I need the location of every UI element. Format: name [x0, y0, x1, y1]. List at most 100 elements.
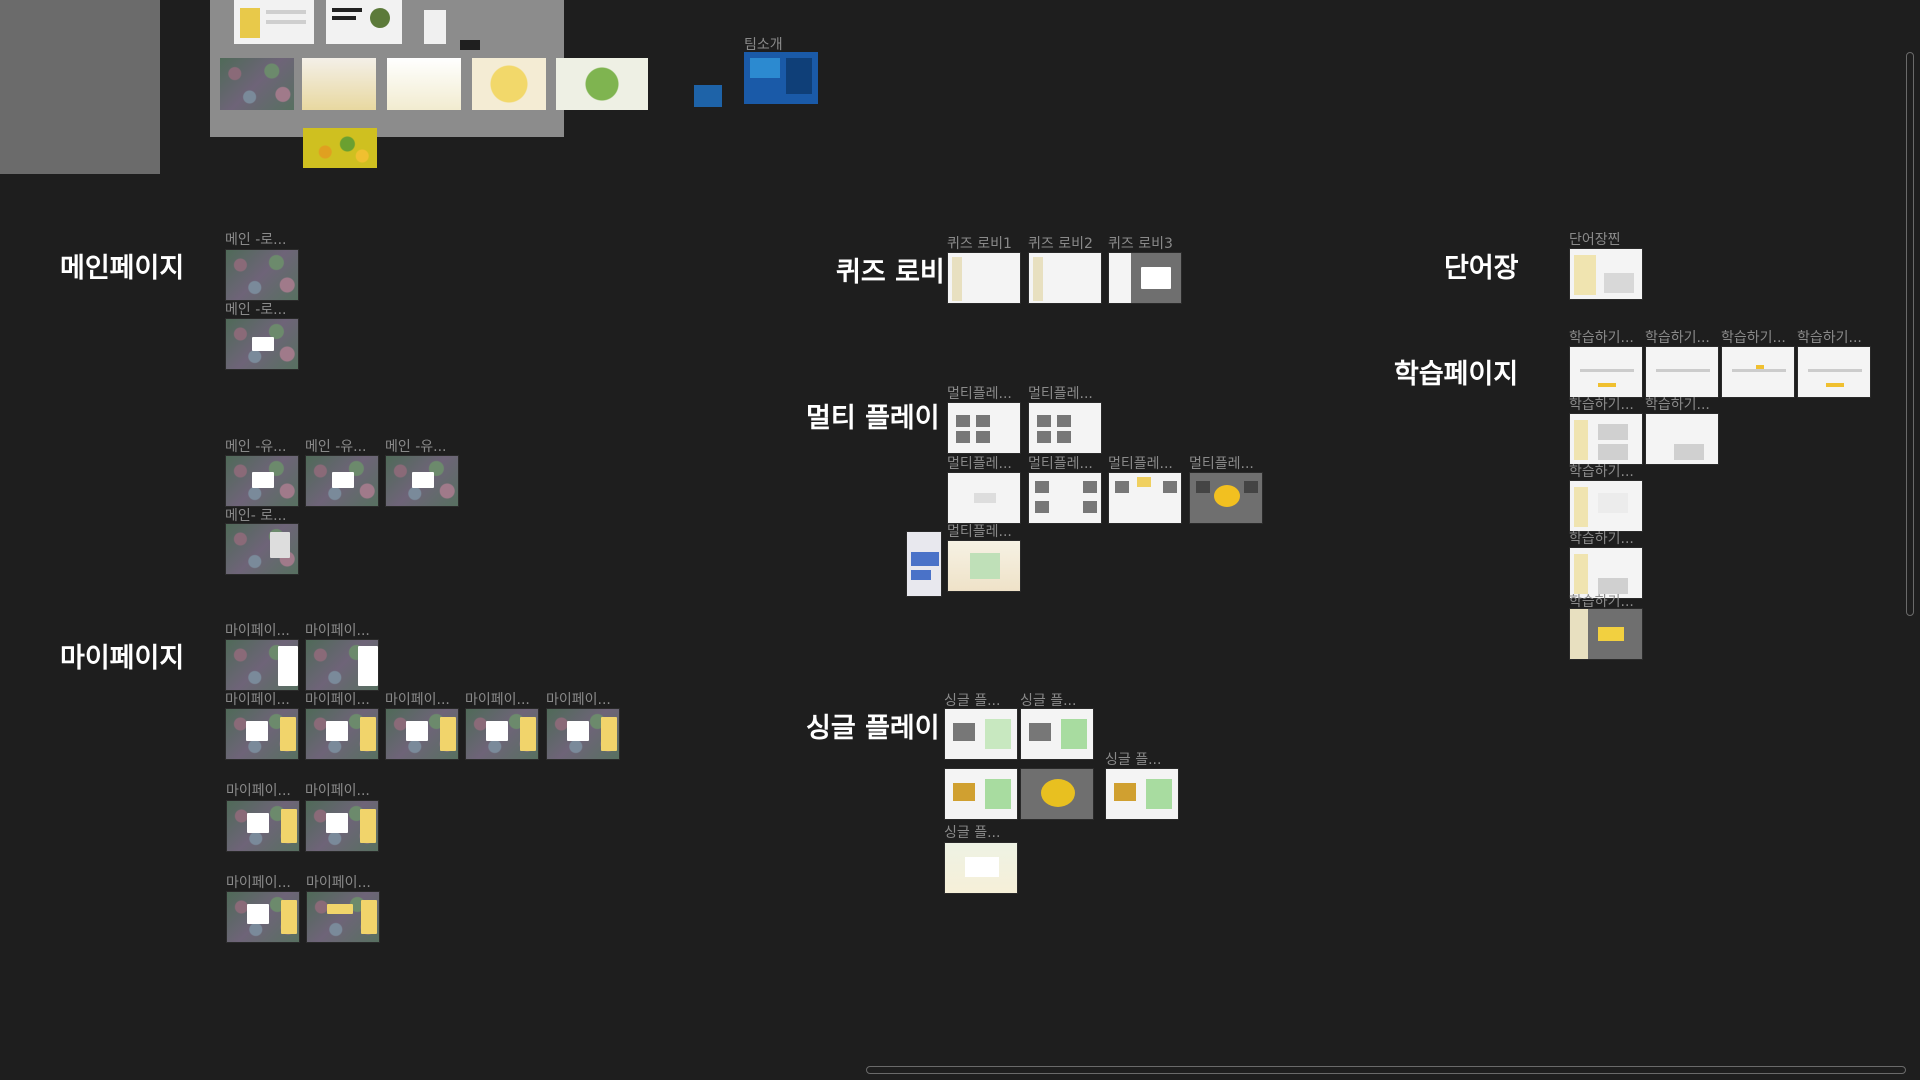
team-intro-label: 팀소개 — [744, 37, 783, 53]
frame-label: 싱글 플... — [1020, 693, 1077, 709]
frame-label: 마이페이... — [226, 783, 291, 799]
team-intro-small-thumb[interactable] — [694, 85, 722, 107]
frame-label: 멀티플레... — [1108, 456, 1173, 472]
frame-main-u3[interactable] — [385, 455, 459, 507]
frame-study-3[interactable] — [1721, 346, 1795, 398]
frame-study-4[interactable] — [1797, 346, 1871, 398]
left-gray-panel — [0, 0, 160, 174]
frame-vocab-1[interactable] — [1569, 248, 1643, 300]
frame-single-5[interactable] — [1105, 768, 1179, 820]
frame-label: 퀴즈 로비3 — [1108, 236, 1173, 252]
frame-label: 싱글 플... — [1105, 752, 1162, 768]
frame-mypage-1[interactable] — [225, 639, 299, 691]
frame-multi-2[interactable] — [1028, 402, 1102, 454]
frame-study-9[interactable] — [1569, 608, 1643, 660]
frame-label: 멀티플레... — [1028, 456, 1093, 472]
frame-label: 멀티플레... — [1189, 456, 1254, 472]
frame-quiz-lobby-3[interactable] — [1108, 252, 1182, 304]
frame-mypage-3[interactable] — [225, 708, 299, 760]
frame-single-3[interactable] — [944, 768, 1018, 820]
frame-single-1[interactable] — [944, 708, 1018, 760]
frame-mypage-4[interactable] — [305, 708, 379, 760]
section-title-multi: 멀티 플레이 — [806, 403, 940, 434]
frame-label: 마이페이... — [225, 692, 290, 708]
frame-multi-5[interactable] — [1108, 472, 1182, 524]
team-intro-frame[interactable] — [744, 52, 818, 104]
frame-mypage-9[interactable] — [305, 800, 379, 852]
frame-label: 싱글 플... — [944, 693, 1001, 709]
frame-multi-3[interactable] — [947, 472, 1021, 524]
moodboard-blur-thumb-1 — [302, 58, 376, 110]
frame-mypage-6[interactable] — [465, 708, 539, 760]
frame-label: 마이페이... — [225, 623, 290, 639]
frame-label: 멀티플레... — [1028, 386, 1093, 402]
frame-mypage-5[interactable] — [385, 708, 459, 760]
frame-single-2[interactable] — [1020, 708, 1094, 760]
frame-multi-4[interactable] — [1028, 472, 1102, 524]
frame-study-5[interactable] — [1569, 413, 1643, 465]
moodboard-small-thumb — [424, 10, 446, 44]
frame-label: 단어장찐 — [1569, 232, 1621, 248]
frame-mypage-11[interactable] — [306, 891, 380, 943]
horizontal-scrollbar[interactable] — [866, 1066, 1906, 1074]
frame-label: 메인 -유... — [225, 439, 287, 455]
moodboard-chart-thumb — [234, 0, 314, 44]
frame-label: 싱글 플... — [944, 825, 1001, 841]
moodboard-fruit-thumb — [303, 128, 377, 168]
frame-multi-6[interactable] — [1189, 472, 1263, 524]
frame-label: 학습하기... — [1797, 330, 1862, 346]
frame-main-1[interactable] — [225, 249, 299, 301]
frame-label: 마이페이... — [305, 783, 370, 799]
vertical-scrollbar[interactable] — [1906, 52, 1914, 616]
frame-label: 학습하기... — [1721, 330, 1786, 346]
section-title-single: 싱글 플레이 — [806, 713, 940, 744]
frame-label: 메인 -로... — [225, 302, 287, 318]
frame-label: 마이페이... — [226, 875, 291, 891]
frame-study-6[interactable] — [1645, 413, 1719, 465]
frame-mypage-10[interactable] — [226, 891, 300, 943]
frame-label: 메인 -유... — [305, 439, 367, 455]
frame-label: 학습하기... — [1645, 330, 1710, 346]
frame-multi-1[interactable] — [947, 402, 1021, 454]
frame-label: 마이페이... — [546, 692, 611, 708]
frame-study-1[interactable] — [1569, 346, 1643, 398]
section-title-main: 메인페이지 — [60, 253, 185, 284]
frame-main-2[interactable] — [225, 318, 299, 370]
section-title-mypage: 마이페이지 — [60, 643, 185, 674]
frame-study-7[interactable] — [1569, 480, 1643, 532]
frame-main-r[interactable] — [225, 523, 299, 575]
frame-label: 마이페이... — [465, 692, 530, 708]
frame-main-u1[interactable] — [225, 455, 299, 507]
frame-multi-mobile[interactable] — [906, 531, 942, 597]
frame-study-2[interactable] — [1645, 346, 1719, 398]
frame-label: 마이페이... — [305, 692, 370, 708]
frame-mypage-7[interactable] — [546, 708, 620, 760]
frame-label: 멀티플레... — [947, 456, 1012, 472]
frame-label: 학습하기... — [1569, 531, 1634, 547]
moodboard-poster-thumb — [326, 0, 402, 44]
frame-main-u2[interactable] — [305, 455, 379, 507]
frame-single-4[interactable] — [1020, 768, 1094, 820]
frame-label: 퀴즈 로비1 — [947, 236, 1012, 252]
frame-quiz-lobby-2[interactable] — [1028, 252, 1102, 304]
section-title-study: 학습페이지 — [1394, 359, 1519, 390]
frame-label: 멀티플레... — [947, 386, 1012, 402]
section-title-quiz-lobby: 퀴즈 로비 — [836, 257, 945, 288]
frame-label: 멀티플레... — [947, 524, 1012, 540]
frame-label: 메인- 로... — [225, 508, 287, 524]
section-title-vocab: 단어장 — [1444, 253, 1519, 284]
frame-label: 마이페이... — [385, 692, 450, 708]
frame-mypage-2[interactable] — [305, 639, 379, 691]
frame-mypage-8[interactable] — [226, 800, 300, 852]
frame-label: 학습하기... — [1569, 464, 1634, 480]
moodboard-map-thumb-fill — [220, 58, 294, 110]
moodboard-blur-thumb-2 — [387, 58, 461, 110]
frame-label: 마이페이... — [305, 623, 370, 639]
frame-multi-7[interactable] — [947, 540, 1021, 592]
moodboard-lemon-thumb — [472, 58, 546, 110]
frame-label: 마이페이... — [306, 875, 371, 891]
frame-single-6[interactable] — [944, 842, 1018, 894]
frame-label: 메인 -로... — [225, 232, 287, 248]
frame-quiz-lobby-1[interactable] — [947, 252, 1021, 304]
frame-label: 학습하기... — [1569, 330, 1634, 346]
